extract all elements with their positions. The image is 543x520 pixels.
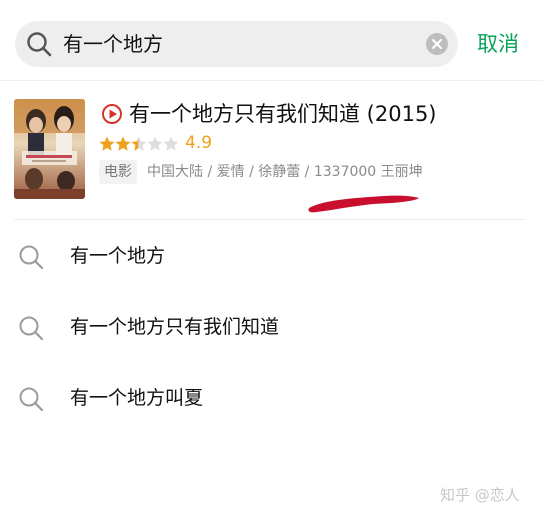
movie-meta: 中国大陆 / 爱情 / 徐静蕾 / 1337000 王丽坤 (147, 164, 423, 180)
divider (0, 80, 543, 81)
suggestion-item[interactable]: 有一个地方只有我们知道 (0, 302, 543, 352)
type-tag: 电影 (99, 160, 137, 184)
movie-poster[interactable] (14, 99, 85, 199)
clear-search-button[interactable] (426, 33, 448, 55)
suggestion-label: 有一个地方叫夏 (70, 387, 204, 409)
play-icon (102, 104, 122, 124)
search-input[interactable]: 有一个地方 (63, 29, 163, 59)
divider (14, 219, 524, 220)
red-marker-stroke (308, 195, 419, 213)
search-bar[interactable]: 有一个地方 (15, 21, 458, 67)
close-icon (432, 39, 442, 49)
suggestion-item[interactable]: 有一个地方叫夏 (0, 373, 543, 423)
suggestion-label: 有一个地方只有我们知道 (70, 316, 280, 338)
suggestion-label: 有一个地方 (70, 245, 166, 267)
suggestion-item[interactable]: 有一个地方 (0, 231, 543, 281)
rating-value: 4.9 (185, 133, 213, 153)
search-icon (27, 32, 52, 57)
star-rating (99, 136, 179, 151)
movie-title[interactable]: 有一个地方只有我们知道 (2015) (129, 99, 437, 129)
search-icon (19, 245, 44, 270)
watermark: 知乎 @恋人 (440, 486, 520, 504)
search-icon (19, 387, 44, 412)
cancel-button[interactable]: 取消 (477, 29, 519, 59)
search-icon (19, 316, 44, 341)
